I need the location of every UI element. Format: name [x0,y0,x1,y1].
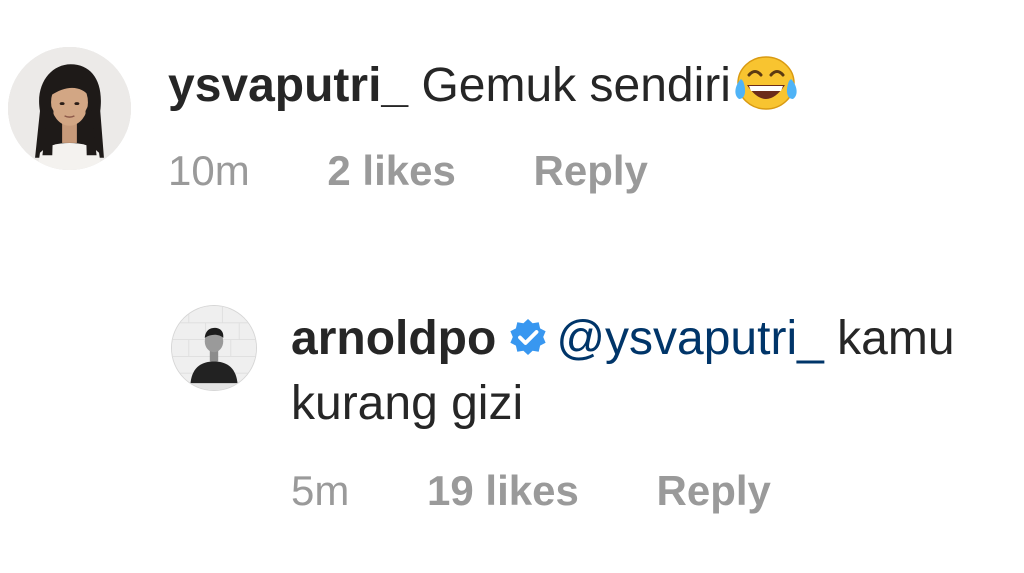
avatar-photo [8,47,131,170]
avatar[interactable] [172,306,256,390]
likes-count-button[interactable]: 2 likes [327,146,455,196]
comment-body: ysvaputri_ Gemuk sendiri [168,53,799,115]
comment-text: Gemuk sendiri [421,59,731,112]
comment-timestamp: 5m [291,467,350,514]
face-with-tears-of-joy-icon [733,53,799,113]
comment-body-line-2: kurang gizi [291,375,523,433]
verified-badge-icon [508,314,548,355]
avatar-photo [172,306,256,390]
mention-link[interactable]: @ysvaputri_ [556,312,824,365]
comment-text-line-1: kamu [837,312,955,365]
comment-username[interactable]: ysvaputri_ [168,59,408,112]
comment-username[interactable]: arnoldpo [291,312,496,365]
comment-meta: 5m 19 likes Reply [291,466,771,516]
comment-meta: 10m 2 likes Reply [168,146,648,196]
reply-button[interactable]: Reply [657,466,771,516]
reply-button[interactable]: Reply [534,146,648,196]
comment-text-line-2: kurang gizi [291,377,524,430]
comment-body-line-1: arnoldpo @ysvaputri_ kamu [291,310,955,368]
likes-count-button[interactable]: 19 likes [427,466,579,516]
comment-thread: ysvaputri_ Gemuk sendiri 10m 2 likes Rep… [0,0,1024,573]
comment-timestamp: 10m [168,147,250,194]
avatar[interactable] [8,47,131,170]
